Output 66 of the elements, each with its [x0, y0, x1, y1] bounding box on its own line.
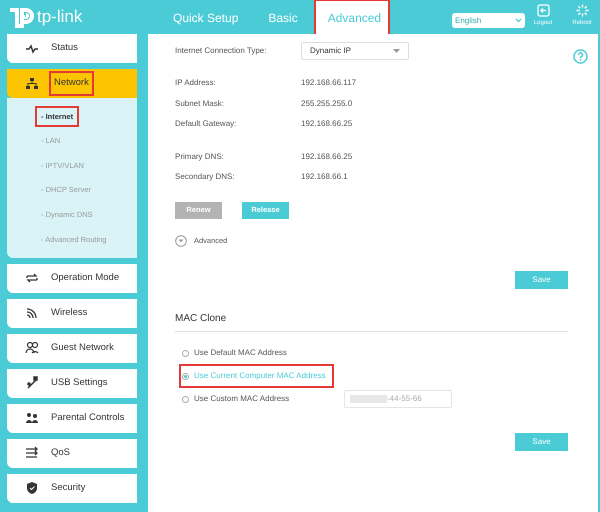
qos-icon — [25, 446, 39, 460]
connection-type-dropdown[interactable]: Dynamic IP — [301, 42, 409, 60]
sidebar-item-label: Guest Network — [51, 340, 114, 355]
field-label: Default Gateway: — [175, 118, 238, 130]
sidebar-item-label: QoS — [51, 446, 70, 460]
logo-icon — [8, 6, 34, 28]
sidebar-item[interactable]: USB Settings — [7, 368, 137, 398]
radio-option[interactable]: Use Default MAC Address — [181, 343, 288, 363]
field-value: 192.168.66.1 — [301, 171, 348, 184]
sidebar-item-label: Network — [51, 73, 92, 94]
radio-button[interactable] — [182, 350, 189, 356]
sidebar-item-label: Operation Mode — [51, 270, 120, 285]
radio-option[interactable]: Use Current Computer MAC Address — [181, 366, 332, 386]
reboot-icon — [576, 4, 588, 17]
security-icon — [25, 481, 39, 496]
mac-address-field[interactable]: -44-55-66 — [344, 390, 452, 408]
field-label: Primary DNS: — [175, 150, 225, 163]
field-label: Internet Connection Type: — [175, 45, 268, 57]
radio-label: Use Custom MAC Address — [194, 393, 290, 405]
sidebar-item-label: Status — [51, 41, 78, 56]
status-icon — [25, 42, 39, 56]
save-button[interactable]: Save — [515, 270, 568, 288]
brand-name: tp-link — [37, 6, 82, 28]
field-label: IP Address: — [175, 77, 217, 90]
help-icon[interactable] — [573, 49, 588, 64]
save-button[interactable]: Save — [515, 432, 568, 450]
radio-label: Use Current Computer MAC Address — [194, 370, 326, 382]
network-icon — [25, 76, 39, 90]
nav-tab[interactable]: Quick Setup — [161, 1, 250, 34]
guest-icon — [25, 341, 39, 356]
caret-icon — [393, 49, 400, 53]
field-value: 192.168.66.117 — [301, 77, 356, 90]
field-value: 192.168.66.25 — [301, 118, 352, 130]
sidebar-item[interactable]: Network — [7, 69, 137, 98]
caret-icon — [515, 18, 522, 23]
sidebar-item[interactable]: QoS — [7, 438, 137, 468]
sidebar-item-label: Parental Controls — [51, 410, 124, 425]
radio-button[interactable] — [182, 396, 189, 402]
parental-icon — [25, 411, 39, 426]
nav-tab[interactable]: Basic — [256, 1, 310, 34]
field-label: Subnet Mask: — [175, 98, 225, 110]
dropdown-value: Dynamic IP — [310, 45, 351, 57]
field-label: Secondary DNS: — [175, 171, 236, 184]
sidebar-item[interactable]: Guest Network — [7, 334, 137, 363]
wireless-icon — [25, 306, 39, 320]
sidebar-item[interactable]: Operation Mode — [7, 264, 137, 293]
field-value: -44-55-66 — [387, 393, 422, 405]
chevron-down-icon — [175, 234, 187, 246]
nav-tab[interactable]: Advanced — [316, 1, 388, 34]
sidebar-item[interactable]: Wireless — [7, 298, 137, 328]
sidebar-item-label: Wireless — [51, 306, 88, 320]
sidebar-item-label: Security — [51, 480, 86, 495]
radio-label: Use Default MAC Address — [194, 347, 287, 359]
language-value: English — [455, 14, 482, 26]
language-dropdown[interactable]: English — [452, 13, 525, 28]
field-value: 192.168.66.25 — [301, 150, 352, 163]
sidebar-item[interactable]: Security — [7, 474, 137, 503]
sidebar-item-label: USB Settings — [51, 376, 108, 390]
radio-button[interactable] — [182, 372, 189, 380]
logout-icon — [536, 4, 550, 17]
sidebar-item[interactable]: Parental Controls — [7, 404, 137, 433]
field-value: 255.255.255.0 — [301, 98, 352, 110]
radio-option[interactable]: Use Custom MAC Address — [181, 389, 290, 409]
usb-icon — [25, 376, 39, 390]
sidebar-item[interactable]: Status — [7, 34, 137, 63]
section-title: MAC Clone — [175, 310, 568, 332]
